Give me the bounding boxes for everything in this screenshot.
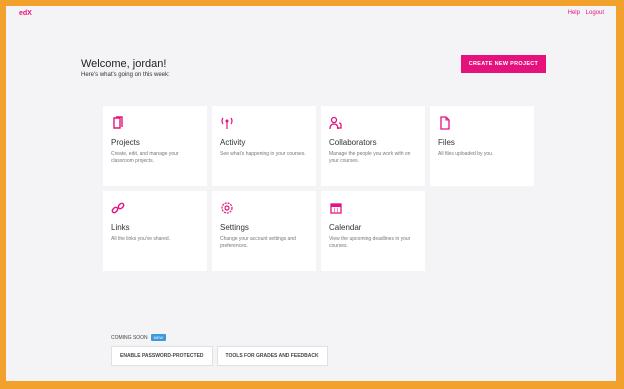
page-subtitle: Here's what's going on this week: (81, 72, 170, 78)
card-title: Links (111, 223, 130, 232)
card-title: Collaborators (329, 138, 377, 147)
coming-soon-section: COMING SOON NEW ENABLE PASSWORD-PROTECTE… (111, 334, 328, 366)
page-title: Welcome, jordan! (81, 58, 167, 70)
card-title: Projects (111, 138, 140, 147)
header-links: Help Logout (564, 10, 604, 16)
activity-icon (221, 117, 233, 129)
collaborators-icon (329, 116, 342, 130)
card-title: Files (438, 138, 455, 147)
new-badge: NEW (150, 334, 167, 341)
card-activity[interactable]: Activity See what's happening in your co… (212, 106, 316, 186)
card-description: All files uploaded by you. (438, 151, 494, 157)
help-link[interactable]: Help (568, 10, 580, 16)
app-window: edX Help Logout Welcome, jordan! Here's … (6, 6, 616, 381)
card-title: Activity (220, 138, 246, 147)
card-links[interactable]: Links All the links you've shared. (103, 191, 207, 271)
card-files[interactable]: Files All files uploaded by you. (430, 106, 534, 186)
card-title: Settings (220, 223, 249, 232)
top-bar: edX Help Logout (6, 6, 616, 22)
file-icon (440, 116, 450, 130)
card-description: Manage the people you work with on your … (329, 151, 411, 164)
settings-icon (221, 202, 233, 214)
calendar-icon (330, 203, 342, 214)
dashboard-grid: Projects Create, edit, and manage your c… (103, 106, 534, 271)
coming-soon-label: COMING SOON NEW (111, 334, 328, 341)
coming-soon-text: COMING SOON (111, 334, 148, 341)
app-logo[interactable]: edX (19, 10, 32, 17)
welcome-section: Welcome, jordan! Here's what's going on … (81, 58, 170, 78)
card-description: Change your account settings and prefere… (220, 236, 296, 249)
grades-feedback-button[interactable]: TOOLS FOR GRADES AND FEEDBACK (216, 346, 328, 366)
card-calendar[interactable]: Calendar View the upcoming deadlines in … (321, 191, 425, 271)
card-projects[interactable]: Projects Create, edit, and manage your c… (103, 106, 207, 186)
password-protected-button[interactable]: ENABLE PASSWORD-PROTECTED (111, 346, 213, 366)
create-new-project-button[interactable]: CREATE NEW PROJECT (461, 55, 546, 73)
card-collaborators[interactable]: Collaborators Manage the people you work… (321, 106, 425, 186)
document-icon (113, 116, 123, 129)
card-title: Calendar (329, 223, 362, 232)
card-description: Create, edit, and manage your classroom … (111, 151, 179, 164)
card-description: See what's happening in your courses. (220, 151, 306, 157)
logout-link[interactable]: Logout (586, 10, 604, 16)
card-settings[interactable]: Settings Change your account settings an… (212, 191, 316, 271)
card-description: All the links you've shared. (111, 236, 171, 242)
coming-soon-buttons: ENABLE PASSWORD-PROTECTED TOOLS FOR GRAD… (111, 346, 328, 366)
link-icon (111, 202, 125, 214)
card-description: View the upcoming deadlines in your cour… (329, 236, 411, 249)
